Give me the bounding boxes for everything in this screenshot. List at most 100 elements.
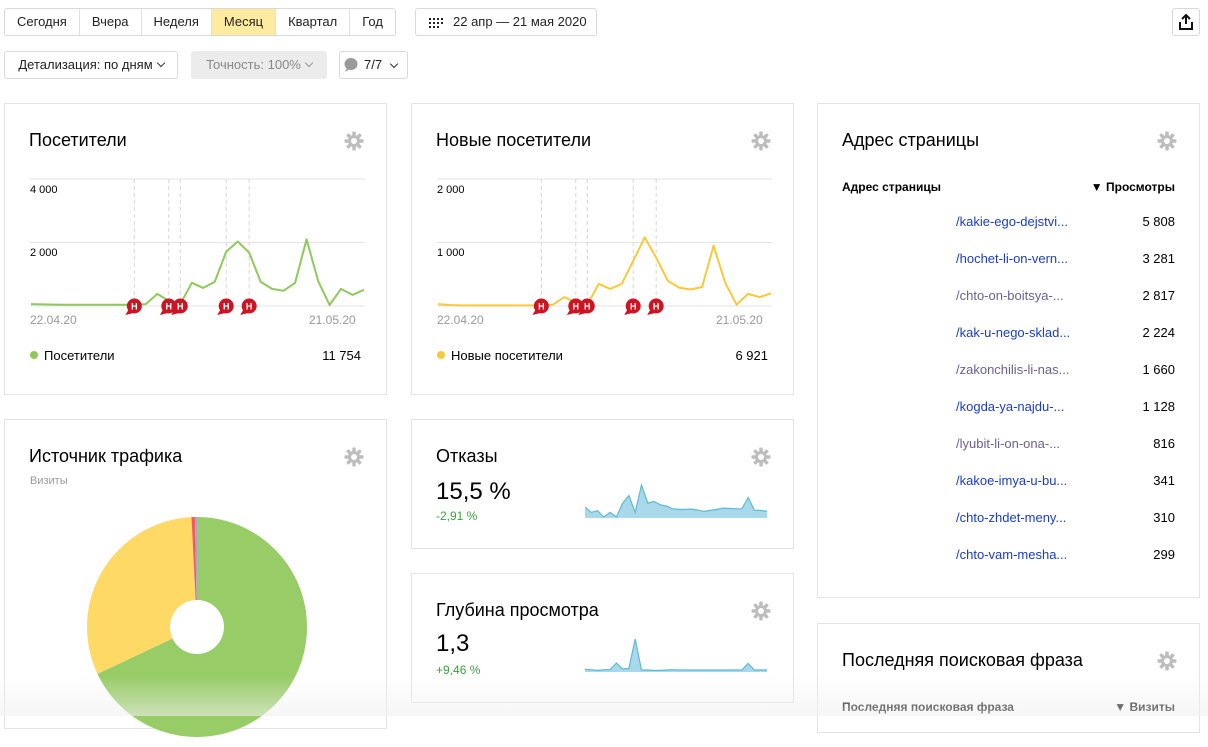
gear-icon[interactable]	[751, 131, 771, 151]
widget-subtitle: Визиты	[30, 475, 68, 487]
annotations-dropdown[interactable]: 7/7	[339, 51, 408, 79]
depth-delta: +9,46 %	[436, 663, 480, 677]
x-end-label: 21.05.20	[309, 313, 356, 327]
export-button[interactable]	[1172, 8, 1200, 36]
annotation-marker-icon: Н	[240, 299, 257, 316]
page-views-value: 310	[1095, 510, 1175, 525]
period-tab[interactable]: Сегодня	[5, 9, 80, 35]
page-views-value: 1 660	[1095, 362, 1175, 377]
svg-text:Н: Н	[630, 302, 637, 312]
period-tab[interactable]: Вчера	[80, 9, 142, 35]
bounce-delta: -2,91 %	[436, 509, 477, 523]
traffic-donut-chart	[77, 507, 317, 747]
visitors-chart: ННННН	[30, 169, 365, 324]
new-visitors-widget: Новые посетители 2 000 1 000 ННННН 22.04…	[411, 103, 794, 395]
page-address-widget: Адрес страницы Адрес страницы ▼ Просмотр…	[817, 103, 1200, 598]
widget-title: Источник трафика	[29, 446, 182, 467]
x-start-label: 22.04.20	[437, 313, 484, 327]
page-views-value: 299	[1095, 547, 1175, 562]
page-url-link[interactable]: /kak-u-nego-sklad...	[956, 325, 1070, 340]
widget-title: Глубина просмотра	[436, 600, 599, 621]
page-url-link[interactable]: /lyubit-li-on-ona-...	[956, 436, 1060, 451]
annotation-marker-icon: Н	[532, 299, 549, 316]
svg-text:Н: Н	[166, 302, 173, 312]
period-tab[interactable]: Год	[350, 9, 395, 35]
page-url-link[interactable]: /chto-zhdet-meny...	[956, 510, 1066, 525]
column-header-visits[interactable]: ▼ Визиты	[1114, 700, 1175, 714]
period-selector: СегодняВчераНеделяМесяцКварталГод	[4, 8, 396, 36]
svg-text:Н: Н	[538, 302, 545, 312]
date-range-label: 22 апр — 21 мая 2020	[453, 9, 587, 35]
legend-item: Посетители	[30, 348, 115, 363]
svg-text:Н: Н	[131, 302, 138, 312]
period-tab[interactable]: Квартал	[276, 9, 350, 35]
widget-title: Последняя поисковая фраза	[842, 650, 1083, 671]
svg-text:Н: Н	[653, 302, 660, 312]
detail-dropdown[interactable]: Детализация: по дням	[4, 51, 178, 79]
share-export-icon	[1179, 14, 1193, 30]
column-header-name: Адрес страницы	[842, 180, 941, 194]
detail-label: Детализация: по дням	[18, 57, 152, 72]
page-views-value: 1 128	[1095, 399, 1175, 414]
depth-value: 1,3	[436, 630, 469, 658]
page-url-link[interactable]: /chto-on-boitsya-...	[956, 288, 1064, 303]
x-end-label: 21.05.20	[716, 313, 763, 327]
chevron-down-icon	[390, 60, 398, 68]
gear-icon[interactable]	[1157, 651, 1177, 671]
traffic-source-widget: Источник трафика Визиты	[4, 419, 387, 729]
period-tab[interactable]: Неделя	[142, 9, 212, 35]
page-views-value: 5 808	[1095, 214, 1175, 229]
search-phrase-widget: Последняя поисковая фраза Последняя поис…	[817, 623, 1200, 733]
gear-icon[interactable]	[1157, 131, 1177, 151]
donut-hole	[170, 600, 224, 654]
annotation-marker-icon: Н	[217, 299, 234, 316]
widget-title: Отказы	[436, 446, 498, 467]
period-tab[interactable]: Месяц	[212, 9, 276, 35]
annotation-marker-icon: Н	[624, 299, 641, 316]
page-url-link[interactable]: /kakoe-imya-u-bu...	[956, 473, 1067, 488]
sparkline-area	[585, 485, 767, 518]
widget-title: Посетители	[29, 130, 127, 151]
depth-widget: Глубина просмотра 1,3 +9,46 %	[411, 573, 794, 703]
page-url-link[interactable]: /zakonchilis-li-nas...	[956, 362, 1069, 377]
widget-title: Новые посетители	[436, 130, 591, 151]
annotation-marker-icon: Н	[125, 299, 141, 316]
page-views-value: 816	[1095, 436, 1175, 451]
series-line	[438, 237, 771, 305]
page-views-value: 341	[1095, 473, 1175, 488]
bounce-value: 15,5 %	[436, 478, 511, 506]
gear-icon[interactable]	[344, 447, 364, 467]
chevron-down-icon	[305, 59, 313, 67]
accuracy-label: Точность: 100%	[206, 57, 301, 72]
page-views-value: 2 224	[1095, 325, 1175, 340]
new-visitors-total: 6 921	[735, 348, 768, 363]
bounce-widget: Отказы 15,5 % -2,91 %	[411, 419, 794, 549]
gear-icon[interactable]	[751, 601, 771, 621]
new-visitors-chart: ННННН	[437, 169, 772, 324]
annotations-label: 7/7	[364, 52, 382, 78]
page-url-link[interactable]: /kogda-ya-najdu-...	[956, 399, 1064, 414]
gear-icon[interactable]	[344, 131, 364, 151]
bounce-sparkline	[585, 482, 767, 520]
comment-bubble-icon	[344, 58, 358, 72]
chevron-down-icon	[156, 59, 164, 67]
column-header-views[interactable]: ▼ Просмотры	[1091, 180, 1175, 194]
legend-dot	[30, 351, 38, 359]
visitors-widget: Посетители 4 000 2 000 ННННН 22.04.20 21…	[4, 103, 387, 395]
svg-text:Н: Н	[177, 302, 184, 312]
series-line	[31, 239, 364, 305]
date-range-button[interactable]: 22 апр — 21 мая 2020	[415, 8, 597, 36]
page-url-link[interactable]: /hochet-li-on-vern...	[956, 251, 1068, 266]
calendar-grid-icon	[429, 18, 443, 28]
page-url-link[interactable]: /kakie-ego-dejstvi...	[956, 214, 1068, 229]
page-url-link[interactable]: /chto-vam-mesha...	[956, 547, 1067, 562]
legend-item: Новые посетители	[437, 348, 563, 363]
widget-title: Адрес страницы	[842, 130, 979, 151]
sparkline-line	[585, 639, 767, 670]
visitors-total: 11 754	[322, 348, 361, 363]
column-header-phrase: Последняя поисковая фраза	[842, 700, 1014, 714]
accuracy-dropdown[interactable]: Точность: 100%	[191, 51, 327, 79]
x-start-label: 22.04.20	[30, 313, 77, 327]
gear-icon[interactable]	[751, 447, 771, 467]
svg-text:Н: Н	[584, 302, 591, 312]
